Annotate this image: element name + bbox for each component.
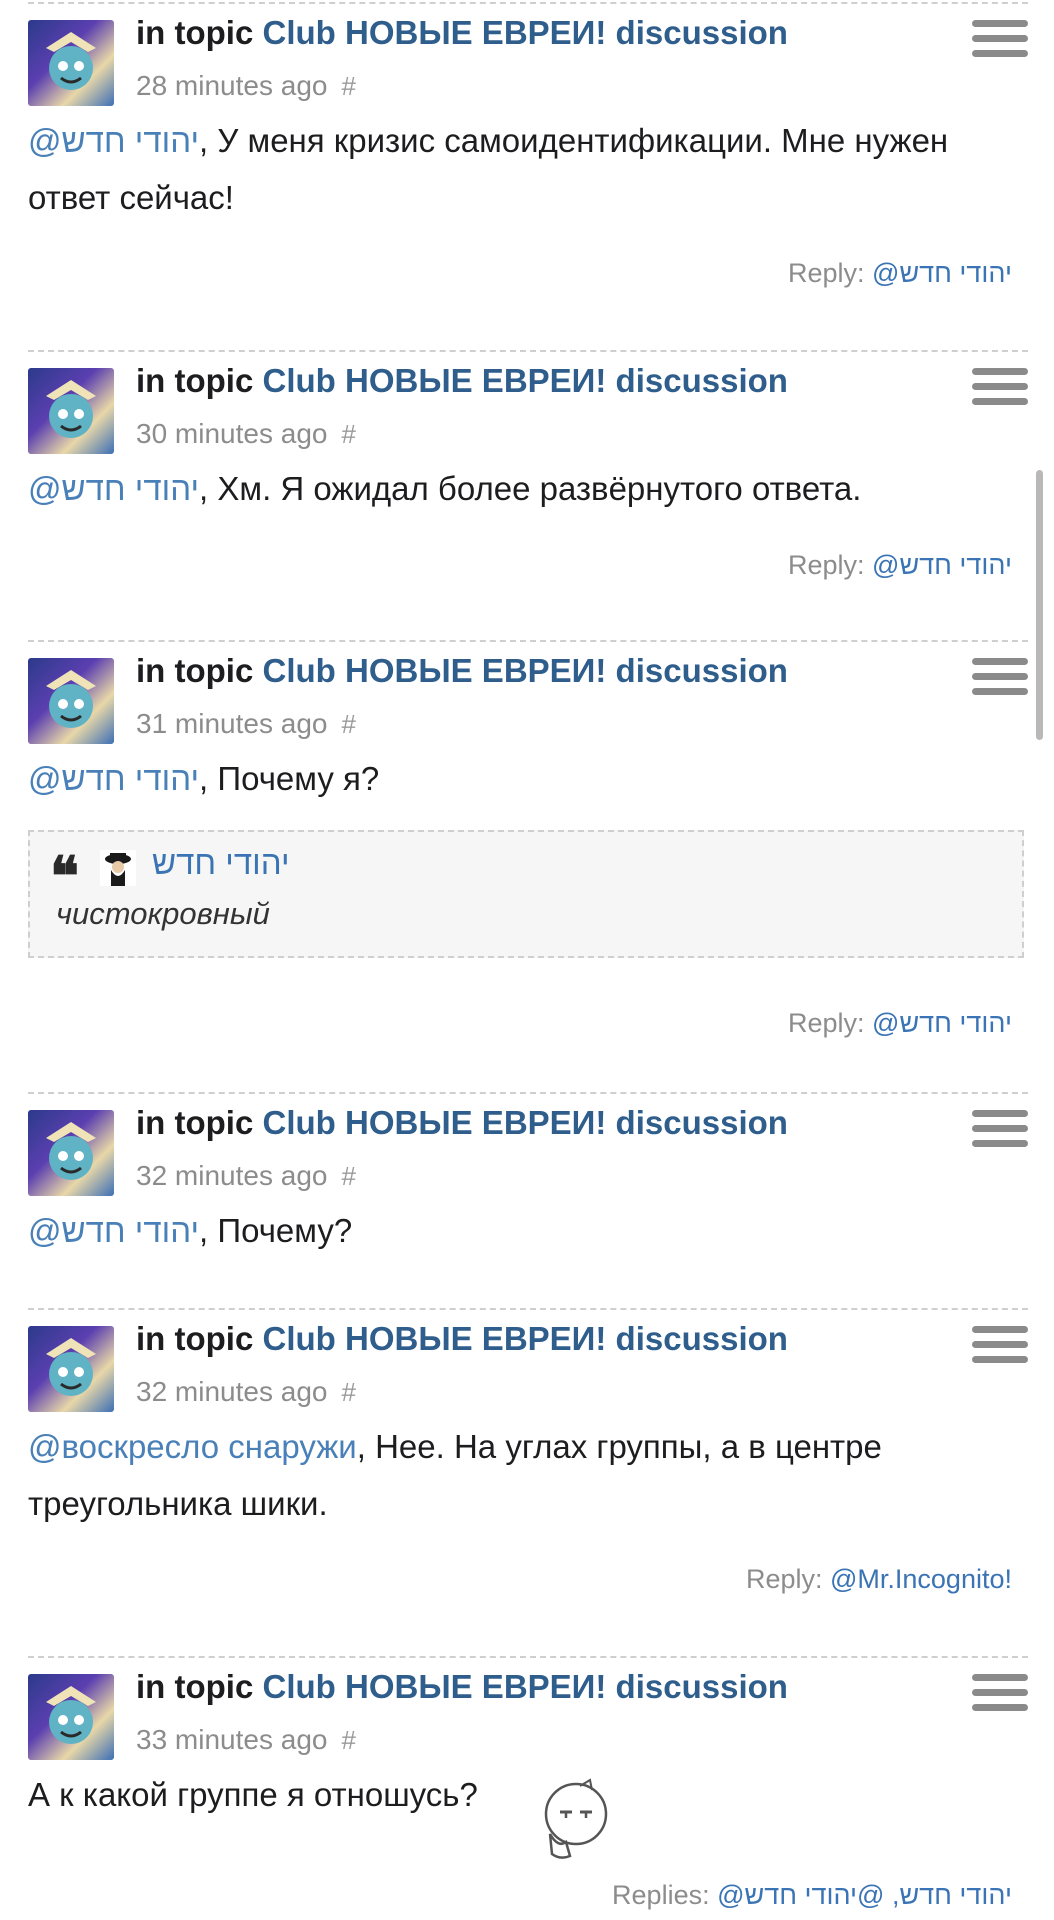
user-avatar[interactable] bbox=[28, 368, 114, 454]
topic-link[interactable]: Club НОВЫЕ ЕВРЕИ! discussion bbox=[263, 362, 788, 399]
post-menu-icon[interactable] bbox=[972, 368, 1028, 414]
reply-label: Replies: bbox=[612, 1880, 710, 1910]
post-header: in topic Club НОВЫЕ ЕВРЕИ! discussion bbox=[136, 1668, 788, 1706]
post-time: 32 minutes ago # bbox=[136, 1160, 356, 1192]
post-header: in topic Club НОВЫЕ ЕВРЕИ! discussion bbox=[136, 652, 788, 690]
post-divider bbox=[28, 2, 1028, 4]
post-header: in topic Club НОВЫЕ ЕВРЕИ! discussion bbox=[136, 1320, 788, 1358]
mention-link[interactable]: @יהודי חדש bbox=[28, 122, 199, 159]
post-body: @יהודי חדש, Почему я? bbox=[28, 750, 1028, 807]
post-menu-icon[interactable] bbox=[972, 20, 1028, 66]
reply-target-link[interactable]: @Mr.Incognito! bbox=[830, 1564, 1012, 1594]
topic-prefix: in topic bbox=[136, 652, 254, 689]
quoted-user-name[interactable]: יהודי חדש bbox=[152, 844, 290, 882]
scrollbar-thumb[interactable] bbox=[1036, 470, 1043, 740]
reply-target-link[interactable]: @יהודי חדש bbox=[872, 550, 1012, 580]
topic-prefix: in topic bbox=[136, 362, 254, 399]
post-header: in topic Club НОВЫЕ ЕВРЕИ! discussion bbox=[136, 362, 788, 400]
topic-link[interactable]: Club НОВЫЕ ЕВРЕИ! discussion bbox=[263, 652, 788, 689]
post-text: А к какой группе я отношусь? bbox=[28, 1776, 478, 1813]
reply-line: Reply: @יהודי חדש bbox=[788, 258, 1012, 289]
post-menu-icon[interactable] bbox=[972, 658, 1028, 704]
permalink-hash[interactable]: # bbox=[341, 1725, 355, 1755]
post-divider bbox=[28, 1092, 1028, 1094]
mention-link[interactable]: @воскресло снаружи bbox=[28, 1428, 357, 1465]
post-time: 33 minutes ago # bbox=[136, 1724, 356, 1756]
topic-link[interactable]: Club НОВЫЕ ЕВРЕИ! discussion bbox=[263, 1320, 788, 1357]
reply-label: Reply: bbox=[788, 258, 865, 288]
reply-line: Reply: @יהודי חדש bbox=[788, 1008, 1012, 1039]
topic-prefix: in topic bbox=[136, 14, 254, 51]
topic-link[interactable]: Club НОВЫЕ ЕВРЕИ! discussion bbox=[263, 14, 788, 51]
topic-prefix: in topic bbox=[136, 1320, 254, 1357]
post-header: in topic Club НОВЫЕ ЕВРЕИ! discussion bbox=[136, 14, 788, 52]
quote-block: ❝ יהודי חדש чистокровный bbox=[28, 830, 1024, 958]
mention-link[interactable]: @יהודי חדש bbox=[28, 1212, 199, 1249]
post-body: @יהודי חדש, У меня кризис самоидентифика… bbox=[28, 112, 1018, 226]
post-divider bbox=[28, 350, 1028, 352]
timestamp: 32 minutes ago bbox=[136, 1376, 328, 1407]
reply-line: Reply: @Mr.Incognito! bbox=[746, 1564, 1012, 1595]
user-avatar[interactable] bbox=[28, 1674, 114, 1760]
post-menu-icon[interactable] bbox=[972, 1110, 1028, 1156]
reply-line: Reply: @יהודי חדש bbox=[788, 550, 1012, 581]
thinking-face-icon bbox=[544, 1778, 608, 1859]
post-time: 31 minutes ago # bbox=[136, 708, 356, 740]
post-menu-icon[interactable] bbox=[972, 1674, 1028, 1720]
post-menu-icon[interactable] bbox=[972, 1326, 1028, 1372]
topic-prefix: in topic bbox=[136, 1104, 254, 1141]
user-avatar[interactable] bbox=[28, 20, 114, 106]
topic-link[interactable]: Club НОВЫЕ ЕВРЕИ! discussion bbox=[263, 1668, 788, 1705]
post-body: А к какой группе я отношусь? bbox=[28, 1766, 1028, 1823]
post-text: , Почему? bbox=[199, 1212, 353, 1249]
post-body: @יהודי חדש, Почему? bbox=[28, 1202, 1028, 1259]
user-avatar[interactable] bbox=[28, 1110, 114, 1196]
post-text: , Почему я? bbox=[199, 760, 380, 797]
reply-line: Replies: @יהודי חדש, @יהודי חדש bbox=[612, 1880, 1012, 1911]
reply-target-link[interactable]: @יהודי חדש, @יהודי חדש bbox=[717, 1880, 1012, 1910]
reply-label: Reply: bbox=[788, 1008, 865, 1038]
mention-link[interactable]: @יהודי חדש bbox=[28, 470, 199, 507]
post-time: 32 minutes ago # bbox=[136, 1376, 356, 1408]
post-time: 30 minutes ago # bbox=[136, 418, 356, 450]
timestamp: 31 minutes ago bbox=[136, 708, 328, 739]
permalink-hash[interactable]: # bbox=[341, 1161, 355, 1191]
post-divider bbox=[28, 1308, 1028, 1310]
quote-text: чистокровный bbox=[56, 896, 270, 931]
topic-prefix: in topic bbox=[136, 1668, 254, 1705]
topic-link[interactable]: Club НОВЫЕ ЕВРЕИ! discussion bbox=[263, 1104, 788, 1141]
reply-target-link[interactable]: @יהודי חדש bbox=[872, 258, 1012, 288]
post-header: in topic Club НОВЫЕ ЕВРЕИ! discussion bbox=[136, 1104, 788, 1142]
post-body: @יהודי חדש, Хм. Я ожидал более развёрнут… bbox=[28, 460, 1028, 517]
post-divider bbox=[28, 640, 1028, 642]
post-time: 28 minutes ago # bbox=[136, 70, 356, 102]
permalink-hash[interactable]: # bbox=[341, 1377, 355, 1407]
timestamp: 33 minutes ago bbox=[136, 1724, 328, 1755]
mention-link[interactable]: @יהודי חדש bbox=[28, 760, 199, 797]
timestamp: 30 minutes ago bbox=[136, 418, 328, 449]
timestamp: 28 minutes ago bbox=[136, 70, 328, 101]
permalink-hash[interactable]: # bbox=[341, 709, 355, 739]
user-avatar[interactable] bbox=[28, 1326, 114, 1412]
user-avatar[interactable] bbox=[28, 658, 114, 744]
permalink-hash[interactable]: # bbox=[341, 419, 355, 449]
reply-label: Reply: bbox=[788, 550, 865, 580]
reply-target-link[interactable]: @יהודי חדש bbox=[872, 1008, 1012, 1038]
quoted-user-avatar[interactable] bbox=[100, 850, 136, 886]
reply-label: Reply: bbox=[745, 1564, 823, 1594]
permalink-hash[interactable]: # bbox=[341, 71, 355, 101]
post-text: , Хм. Я ожидал более развёрнутого ответа… bbox=[199, 470, 862, 507]
post-divider bbox=[28, 1656, 1028, 1658]
post-body: @воскресло снаружи, Нее. На углах группы… bbox=[28, 1418, 988, 1532]
timestamp: 32 minutes ago bbox=[136, 1160, 328, 1191]
